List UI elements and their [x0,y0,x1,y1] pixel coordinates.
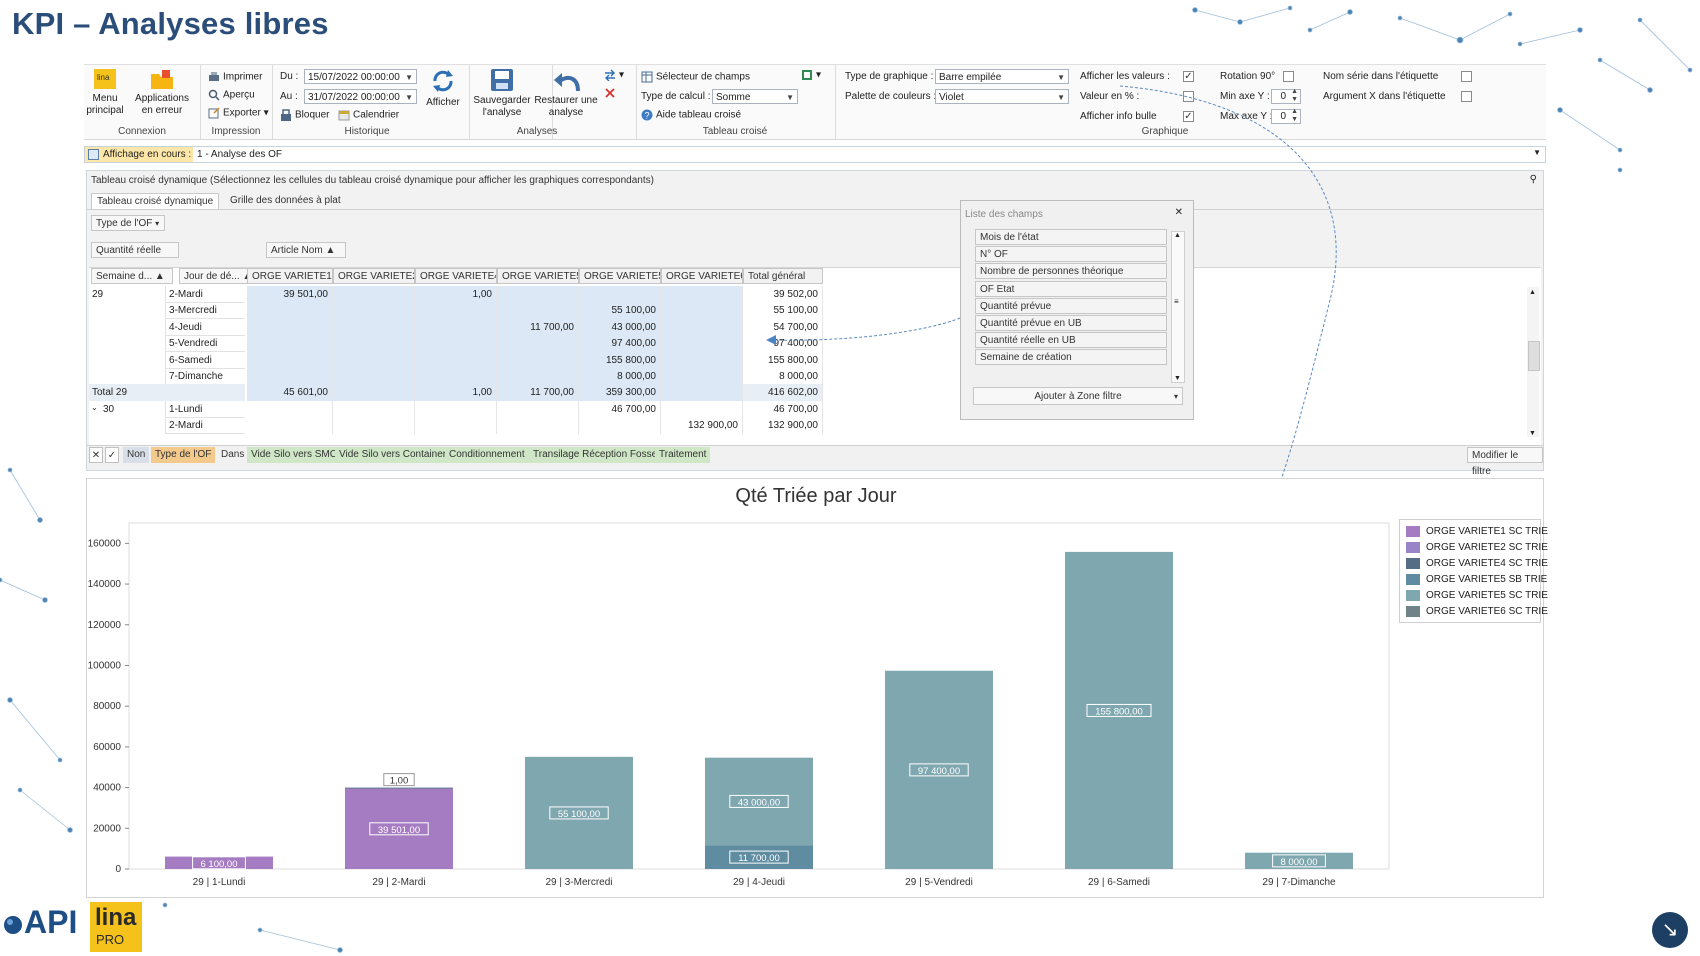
y-tick-label: 40000 [93,783,121,794]
data-label: 11 700,00 [738,853,780,864]
y-tick-label: 0 [115,864,121,875]
data-label: 1,00 [390,776,409,787]
legend-label: ORGE VARIETE5 SC TRIE [1426,590,1548,602]
data-label: 97 400,00 [918,766,960,777]
chart-panel: Qté Triée par Jour 0 20000 40000 60000 80000… [86,478,1548,898]
lina-pro-logo: lina PRO [90,902,142,952]
legend-item[interactable]: ORGE VARIETE1 SC TRIE [1406,526,1548,537]
y-tick-label: 80000 [93,701,121,712]
legend-item[interactable]: ORGE VARIETE4 SC TRIE [1406,558,1548,569]
next-arrow-icon[interactable]: ↘ [1652,912,1688,948]
data-label: 55 100,00 [558,809,600,820]
legend-label: ORGE VARIETE4 SC TRIE [1426,558,1548,570]
y-tick-label: 120000 [88,620,122,631]
legend-swatch [1406,558,1420,569]
legend-item[interactable]: ORGE VARIETE5 SC TRIE [1406,590,1548,601]
x-tick-label: 29 | 4-Jeudi [733,877,785,888]
y-tick-label: 20000 [93,823,121,834]
legend-label: ORGE VARIETE5 SB TRIE [1426,574,1548,586]
y-tick-label: 140000 [88,579,122,590]
api-logo: API [2,904,77,941]
x-tick-label: 29 | 3-Mercredi [545,877,612,888]
legend-swatch [1406,542,1420,553]
y-tick-label: 160000 [88,538,122,549]
data-label: 43 000,00 [738,797,780,808]
stacked-bar-chart[interactable]: 0 20000 40000 60000 80000 100000 120000 140000 1… [87,479,1545,897]
api-logo-icon [4,915,22,934]
legend-swatch [1406,590,1420,601]
bar-segment [345,787,453,789]
x-tick-label: 29 | 1-Lundi [193,877,246,888]
legend-label: ORGE VARIETE2 SC TRIE [1426,542,1548,554]
x-tick-label: 29 | 7-Dimanche [1262,877,1336,888]
legend-swatch [1406,574,1420,585]
legend-label: ORGE VARIETE6 SC TRIE [1426,606,1548,618]
chart-legend: ORGE VARIETE1 SC TRIE ORGE VARIETE2 SC TR… [1399,519,1548,623]
y-tick-label: 60000 [93,742,121,753]
legend-label: ORGE VARIETE1 SC TRIE [1426,526,1548,538]
legend-swatch [1406,606,1420,617]
x-tick-label: 29 | 2-Mardi [372,877,425,888]
y-tick-label: 100000 [88,660,122,671]
data-label: 8 000,00 [1281,857,1318,868]
legend-item[interactable]: ORGE VARIETE5 SB TRIE [1406,574,1547,585]
x-tick-label: 29 | 5-Vendredi [905,877,973,888]
legend-swatch [1406,526,1420,537]
legend-item[interactable]: ORGE VARIETE2 SC TRIE [1406,542,1548,553]
data-label: 39 501,00 [378,825,420,836]
x-tick-label: 29 | 6-Samedi [1088,877,1150,888]
legend-item[interactable]: ORGE VARIETE6 SC TRIE [1406,606,1548,617]
data-label: 155 800,00 [1095,706,1143,717]
data-label: 6 100,00 [201,859,238,870]
